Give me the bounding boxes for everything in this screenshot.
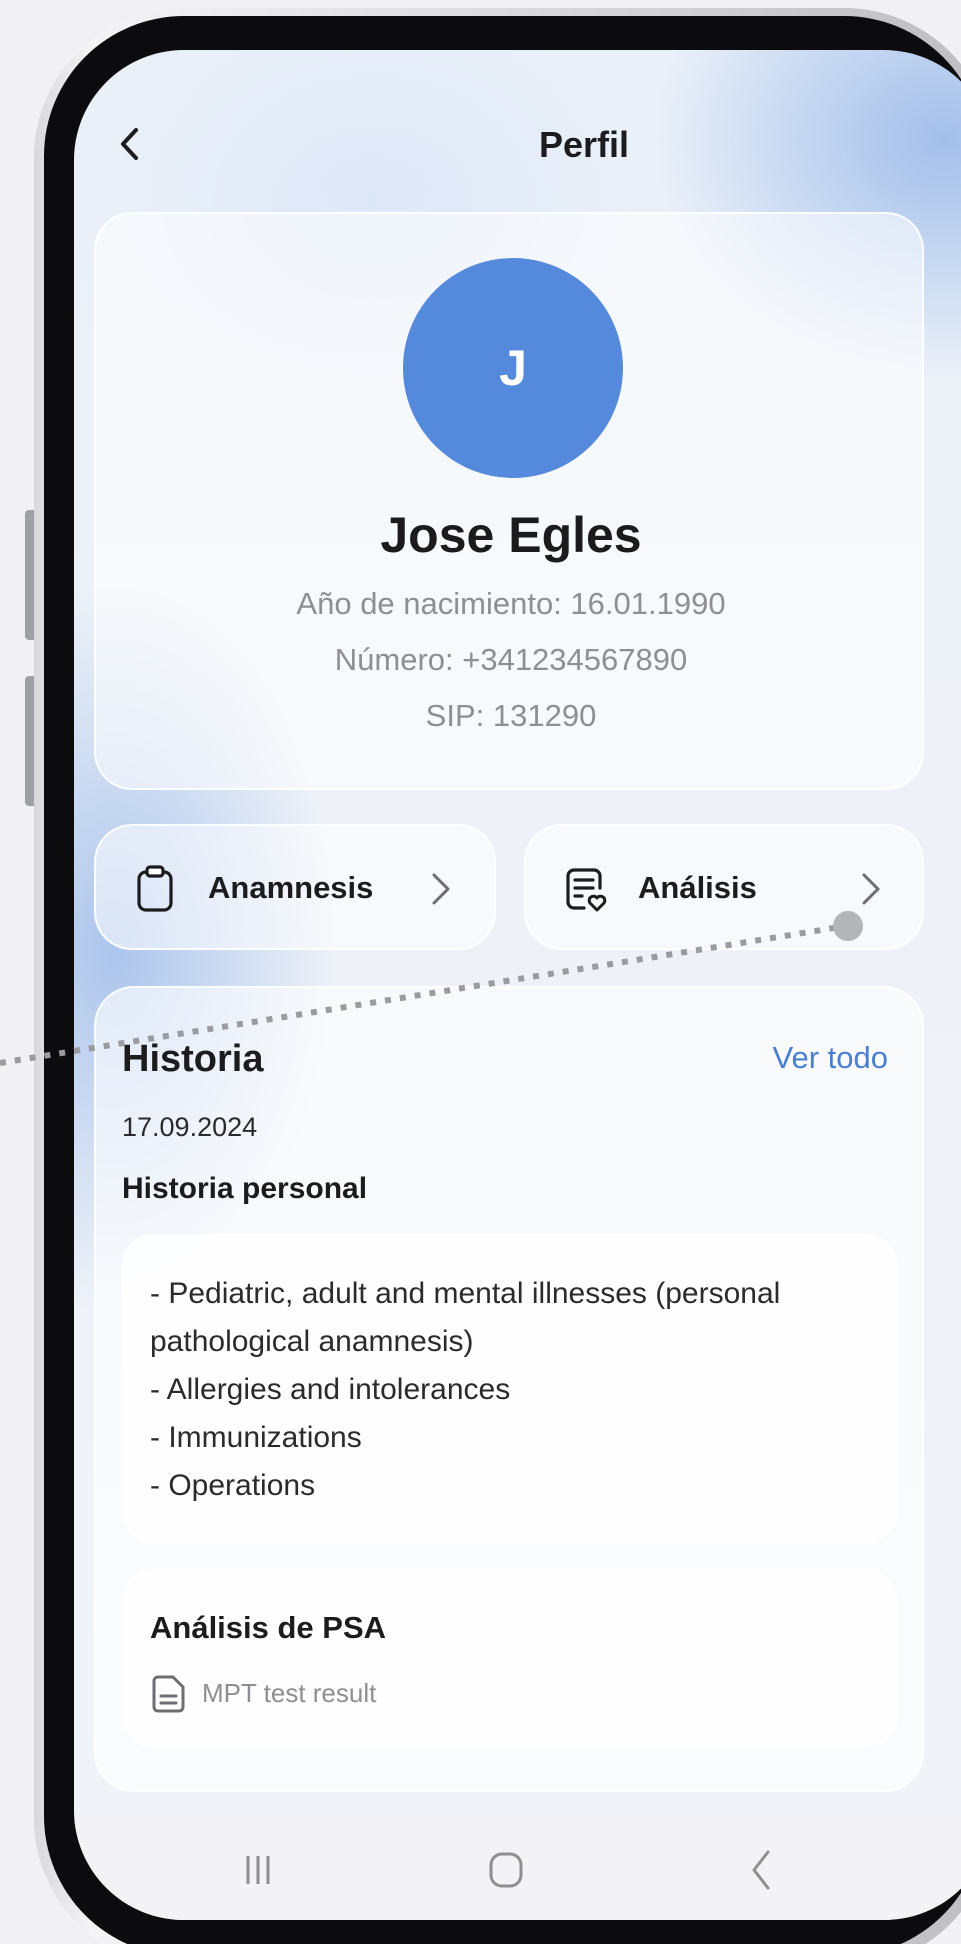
avatar: J	[403, 258, 623, 478]
chevron-right-icon	[862, 873, 880, 905]
personal-history-notes[interactable]: - Pediatric, adult and mental illnesses …	[122, 1234, 898, 1544]
note-line: - Allergies and intolerances	[150, 1373, 511, 1406]
see-all-link[interactable]: Ver todo	[773, 1040, 888, 1076]
home-icon[interactable]	[476, 1840, 536, 1900]
phone-mockup: Perfil J Jose Egles Año de nacimiento: 1…	[0, 0, 961, 1944]
history-card: Historia Ver todo 17.09.2024 Historia pe…	[94, 986, 924, 1792]
anamnesis-label: Anamnesis	[208, 870, 374, 905]
top-bar: Perfil	[74, 110, 961, 180]
system-navigation-bar	[74, 1818, 961, 1920]
medical-report-icon	[566, 868, 607, 912]
app-screen: Perfil J Jose Egles Año de nacimiento: 1…	[74, 50, 961, 1920]
note-line: pathological anamnesis)	[150, 1325, 474, 1358]
phone-number: Número: +341234567890	[334, 642, 688, 677]
avatar-initial: J	[499, 340, 527, 396]
birth-date: Año de nacimiento: 16.01.1990	[296, 586, 726, 621]
back-button[interactable]	[102, 116, 158, 172]
analysis-button[interactable]: Análisis	[524, 824, 924, 950]
recents-icon[interactable]	[228, 1840, 288, 1900]
anamnesis-button[interactable]: Anamnesis	[94, 824, 496, 950]
profile-card: J Jose Egles Año de nacimiento: 16.01.19…	[94, 212, 924, 790]
psa-subtitle: MPT test result	[202, 1678, 377, 1708]
profile-name: Jose Egles	[380, 507, 642, 563]
history-title: Historia	[122, 1038, 264, 1080]
history-date: 17.09.2024	[122, 1112, 258, 1142]
psa-title: Análisis de PSA	[150, 1610, 387, 1645]
history-subtitle: Historia personal	[122, 1172, 368, 1205]
chevron-right-icon	[432, 873, 450, 905]
back-icon[interactable]	[732, 1840, 792, 1900]
note-line: - Operations	[150, 1469, 316, 1502]
psa-analysis-item[interactable]: Análisis de PSA MPT test result	[122, 1568, 898, 1748]
sip-number: SIP: 131290	[425, 698, 597, 733]
clipboard-icon	[137, 865, 173, 912]
note-line: - Pediatric, adult and mental illnesses …	[150, 1277, 781, 1310]
document-icon	[152, 1675, 185, 1713]
note-line: - Immunizations	[150, 1421, 362, 1454]
analysis-label: Análisis	[638, 870, 757, 905]
chevron-left-icon	[121, 128, 138, 160]
page-title: Perfil	[538, 124, 630, 165]
